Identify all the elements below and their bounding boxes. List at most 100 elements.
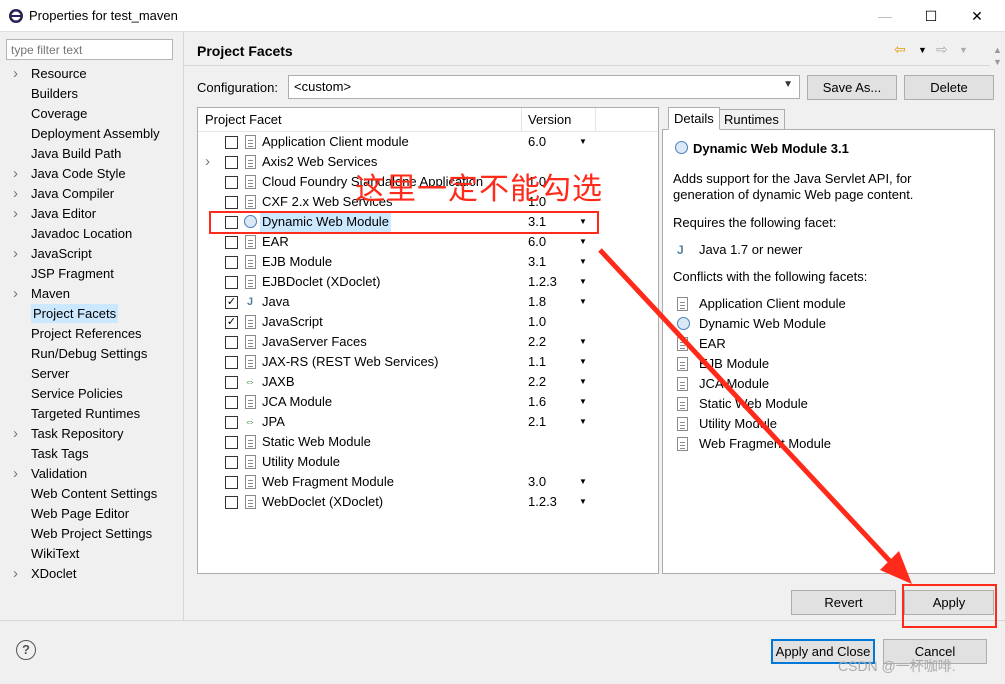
nav-item[interactable]: Deployment Assembly <box>0 124 183 144</box>
version-dropdown-icon[interactable]: ▼ <box>579 352 587 372</box>
nav-item[interactable]: › JavaScript <box>0 244 183 264</box>
facet-version[interactable]: 3.1 <box>528 252 546 272</box>
nav-item[interactable]: Coverage <box>0 104 183 124</box>
configuration-select[interactable]: <custom> ▼ <box>288 75 800 99</box>
facet-version[interactable]: 1.2.3 <box>528 492 557 512</box>
version-dropdown-icon[interactable]: ▼ <box>579 232 587 252</box>
facet-row[interactable]: Application Client module 6.0 ▼ <box>198 132 658 152</box>
facet-checkbox[interactable] <box>225 396 238 409</box>
nav-item[interactable]: › Task Repository <box>0 424 183 444</box>
facet-checkbox[interactable] <box>225 156 238 169</box>
nav-item[interactable]: › Validation <box>0 464 183 484</box>
version-dropdown-icon[interactable]: ▼ <box>579 252 587 272</box>
nav-item[interactable]: Project References <box>0 324 183 344</box>
chevron-right-icon[interactable]: › <box>13 424 18 444</box>
facet-checkbox[interactable]: ✓ <box>225 316 238 329</box>
facet-version[interactable]: 3.0 <box>528 472 546 492</box>
version-dropdown-icon[interactable]: ▼ <box>579 292 587 312</box>
nav-item[interactable]: › Java Code Style <box>0 164 183 184</box>
column-divider[interactable] <box>595 108 596 132</box>
nav-item[interactable]: › Java Compiler <box>0 184 183 204</box>
facet-checkbox[interactable] <box>225 336 238 349</box>
facet-version[interactable]: 1.8 <box>528 292 546 312</box>
delete-button[interactable]: Delete <box>904 75 994 100</box>
version-dropdown-icon[interactable]: ▼ <box>579 472 587 492</box>
version-dropdown-icon[interactable]: ▼ <box>579 332 587 352</box>
nav-item[interactable]: Targeted Runtimes <box>0 404 183 424</box>
facet-checkbox[interactable] <box>225 456 238 469</box>
facet-checkbox[interactable]: ✓ <box>225 296 238 309</box>
facet-version[interactable]: 1.2.3 <box>528 272 557 292</box>
facet-checkbox[interactable] <box>225 196 238 209</box>
version-dropdown-icon[interactable]: ▼ <box>579 492 587 512</box>
facet-row[interactable]: ⇔ JAXB 2.2 ▼ <box>198 372 658 392</box>
chevron-right-icon[interactable]: › <box>13 64 18 84</box>
facet-row[interactable]: EAR 6.0 ▼ <box>198 232 658 252</box>
column-divider[interactable] <box>521 108 522 132</box>
filter-input[interactable] <box>6 39 173 60</box>
version-dropdown-icon[interactable]: ▼ <box>579 272 587 292</box>
nav-item[interactable]: JSP Fragment <box>0 264 183 284</box>
sash-divider[interactable] <box>183 32 184 620</box>
tab-details[interactable]: Details <box>668 107 720 130</box>
version-dropdown-icon[interactable]: ▼ <box>579 132 587 152</box>
chevron-right-icon[interactable]: › <box>13 184 18 204</box>
chevron-right-icon[interactable]: › <box>13 204 18 224</box>
facet-checkbox[interactable] <box>225 136 238 149</box>
facet-row[interactable]: ✓ J Java 1.8 ▼ <box>198 292 658 312</box>
facet-checkbox[interactable] <box>225 276 238 289</box>
nav-item[interactable]: › XDoclet <box>0 564 183 584</box>
nav-item[interactable]: › Maven <box>0 284 183 304</box>
nav-item[interactable]: Project Facets <box>0 304 183 324</box>
facet-row[interactable]: Static Web Module <box>198 432 658 452</box>
nav-item[interactable]: Service Policies <box>0 384 183 404</box>
facet-checkbox[interactable] <box>225 376 238 389</box>
facet-version[interactable]: 2.2 <box>528 372 546 392</box>
facet-version[interactable]: 6.0 <box>528 232 546 252</box>
nav-item[interactable]: Run/Debug Settings <box>0 344 183 364</box>
facet-version[interactable]: 2.2 <box>528 332 546 352</box>
facet-row[interactable]: ⇔ JPA 2.1 ▼ <box>198 412 658 432</box>
nav-item[interactable]: Javadoc Location <box>0 224 183 244</box>
version-dropdown-icon[interactable]: ▼ <box>579 392 587 412</box>
facet-checkbox[interactable] <box>225 236 238 249</box>
facet-checkbox[interactable] <box>225 256 238 269</box>
minimize-button[interactable]: — <box>862 0 908 32</box>
facet-row[interactable]: JavaServer Faces 2.2 ▼ <box>198 332 658 352</box>
back-menu-icon[interactable]: ▼ <box>918 45 927 55</box>
facet-version[interactable]: 1.6 <box>528 392 546 412</box>
facet-checkbox[interactable] <box>225 176 238 189</box>
facet-checkbox[interactable] <box>225 416 238 429</box>
nav-item[interactable]: › Resource <box>0 64 183 84</box>
back-arrow-icon[interactable]: ⇦ <box>894 41 906 58</box>
facet-version[interactable]: 1.1 <box>528 352 546 372</box>
chevron-right-icon[interactable]: › <box>205 152 210 172</box>
facet-checkbox[interactable] <box>225 496 238 509</box>
facet-version[interactable]: 6.0 <box>528 132 546 152</box>
version-dropdown-icon[interactable]: ▼ <box>579 412 587 432</box>
nav-item[interactable]: WikiText <box>0 544 183 564</box>
facet-row[interactable]: ✓ JavaScript 1.0 <box>198 312 658 332</box>
chevron-right-icon[interactable]: › <box>13 464 18 484</box>
chevron-right-icon[interactable]: › <box>13 564 18 584</box>
column-header-version[interactable]: Version <box>528 112 571 127</box>
nav-item[interactable]: Server <box>0 364 183 384</box>
forward-menu-icon[interactable]: ▼ <box>959 45 968 55</box>
facet-version[interactable]: 1.0 <box>528 312 546 332</box>
chevron-right-icon[interactable]: › <box>13 284 18 304</box>
chevron-right-icon[interactable]: › <box>13 164 18 184</box>
revert-button[interactable]: Revert <box>791 590 896 615</box>
facet-row[interactable]: EJBDoclet (XDoclet) 1.2.3 ▼ <box>198 272 658 292</box>
nav-item[interactable]: › Java Editor <box>0 204 183 224</box>
maximize-button[interactable]: ☐ <box>908 0 954 32</box>
facet-row[interactable]: Utility Module <box>198 452 658 472</box>
help-icon[interactable]: ? <box>16 640 36 660</box>
facet-checkbox[interactable] <box>225 436 238 449</box>
nav-item[interactable]: Web Content Settings <box>0 484 183 504</box>
facet-row[interactable]: WebDoclet (XDoclet) 1.2.3 ▼ <box>198 492 658 512</box>
save-as-button[interactable]: Save As... <box>807 75 897 100</box>
close-button[interactable]: ✕ <box>954 0 1000 32</box>
nav-item[interactable]: Task Tags <box>0 444 183 464</box>
facet-checkbox[interactable] <box>225 356 238 369</box>
nav-item[interactable]: Web Project Settings <box>0 524 183 544</box>
